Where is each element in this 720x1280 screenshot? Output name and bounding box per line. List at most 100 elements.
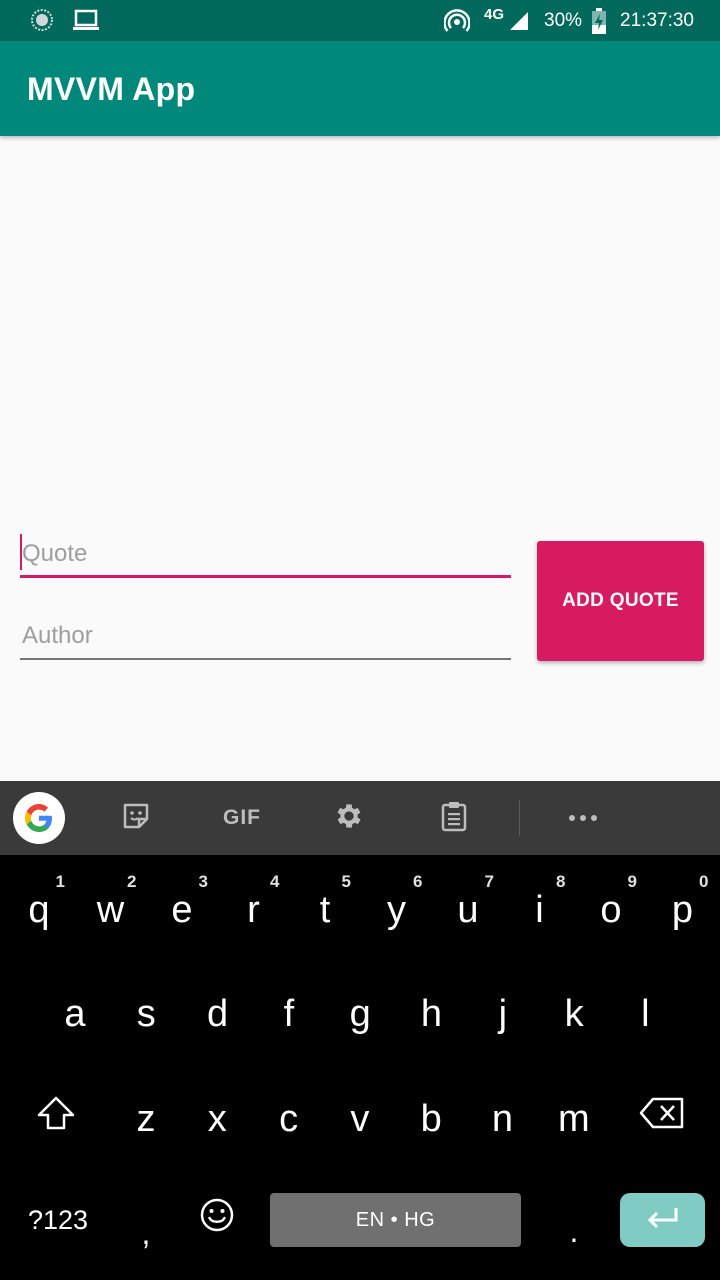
key-y[interactable]: 6y <box>361 858 433 958</box>
author-field[interactable] <box>20 614 511 660</box>
key-k[interactable]: k <box>538 962 610 1062</box>
google-search-button[interactable] <box>13 781 65 855</box>
key-hint: 0 <box>699 872 709 891</box>
key-label: z <box>136 1097 156 1140</box>
author-input[interactable] <box>20 614 511 658</box>
symbols-key[interactable]: ?123 <box>18 1193 98 1247</box>
network-type: 4G <box>483 6 504 23</box>
comma-label: , <box>141 1214 151 1251</box>
key-hint: 1 <box>55 872 65 891</box>
key-a[interactable]: a <box>39 962 111 1062</box>
quote-input[interactable] <box>20 532 511 576</box>
key-d[interactable]: d <box>182 962 254 1062</box>
key-label: j <box>498 992 508 1035</box>
key-hint: 3 <box>198 872 208 891</box>
google-icon <box>13 792 65 844</box>
key-hint: 7 <box>484 872 494 891</box>
emoji-icon <box>199 1197 235 1243</box>
key-h[interactable]: h <box>396 962 468 1062</box>
key-u[interactable]: 7u <box>432 858 504 958</box>
key-s[interactable]: s <box>110 962 182 1062</box>
key-label: g <box>349 992 371 1035</box>
app-notification-icon <box>30 8 54 32</box>
key-g[interactable]: g <box>324 962 396 1062</box>
status-bar: 4G 30% 21:37:30 <box>0 0 720 41</box>
gif-button[interactable]: GIF <box>214 781 270 855</box>
gif-label: GIF <box>223 806 261 829</box>
gear-icon <box>333 800 365 837</box>
key-m[interactable]: m <box>538 1067 610 1167</box>
app-bar: MVVM App <box>0 41 720 136</box>
key-hint: 8 <box>556 872 566 891</box>
key-t[interactable]: 5t <box>289 858 361 958</box>
period-key[interactable]: . <box>538 1173 610 1273</box>
app-title: MVVM App <box>27 71 196 107</box>
key-label: x <box>207 1097 227 1140</box>
battery-charging-icon <box>592 7 607 34</box>
clipboard-icon <box>440 800 468 837</box>
key-label: w <box>96 888 125 931</box>
more-button[interactable] <box>557 781 609 855</box>
backspace-icon <box>639 1096 685 1140</box>
key-n[interactable]: n <box>467 1067 539 1167</box>
quote-underline <box>20 575 511 578</box>
enter-key[interactable] <box>620 1193 705 1247</box>
enter-icon <box>645 1205 681 1236</box>
key-label: k <box>564 992 584 1035</box>
key-hint: 9 <box>627 872 637 891</box>
key-label: d <box>207 992 229 1035</box>
key-i[interactable]: 8i <box>504 858 576 958</box>
key-j[interactable]: j <box>467 962 539 1062</box>
key-q[interactable]: 1q <box>3 858 75 958</box>
key-p[interactable]: 0p <box>647 858 719 958</box>
clock: 21:37:30 <box>620 9 694 31</box>
key-hint: 6 <box>413 872 423 891</box>
sticker-button[interactable] <box>110 781 162 855</box>
space-key[interactable]: EN • HG <box>270 1193 521 1247</box>
add-quote-button[interactable]: ADD QUOTE <box>537 541 704 661</box>
key-label: n <box>491 1097 514 1140</box>
key-o[interactable]: 9o <box>575 858 647 958</box>
shift-icon <box>36 1095 76 1141</box>
key-w[interactable]: 2w <box>75 858 147 958</box>
text-cursor <box>20 534 22 570</box>
key-b[interactable]: b <box>395 1067 467 1167</box>
key-label: p <box>671 888 694 931</box>
key-label: b <box>420 1097 442 1140</box>
key-label: l <box>641 992 650 1035</box>
sticker-icon <box>121 801 151 836</box>
emoji-key[interactable] <box>181 1170 253 1270</box>
key-hint: 4 <box>270 872 280 891</box>
key-v[interactable]: v <box>324 1067 396 1167</box>
key-z[interactable]: z <box>110 1067 182 1167</box>
key-label: v <box>350 1097 370 1140</box>
clipboard-button[interactable] <box>428 781 480 855</box>
key-label: r <box>247 888 260 931</box>
key-e[interactable]: 3e <box>146 858 218 958</box>
key-label: i <box>535 888 544 931</box>
key-x[interactable]: x <box>181 1067 253 1167</box>
battery-percent: 30% <box>544 9 583 31</box>
period-label: . <box>569 1212 579 1249</box>
key-c[interactable]: c <box>253 1067 325 1167</box>
key-hint: 2 <box>127 872 137 891</box>
backspace-key[interactable] <box>626 1068 698 1168</box>
key-l[interactable]: l <box>609 962 681 1062</box>
keyboard: 1q2w3e4r5t6y7u8i9o0p asdfghjkl zxcvbnm ?… <box>0 855 720 1280</box>
laptop-icon <box>72 9 100 31</box>
comma-key[interactable]: , <box>110 1173 182 1273</box>
more-dots-icon <box>568 809 598 827</box>
key-label: u <box>457 888 479 931</box>
key-f[interactable]: f <box>253 962 325 1062</box>
quote-field[interactable] <box>20 532 511 578</box>
key-label: f <box>283 992 295 1035</box>
key-r[interactable]: 4r <box>218 858 290 958</box>
shift-key[interactable] <box>20 1068 92 1168</box>
key-label: y <box>387 888 406 931</box>
key-label: t <box>319 888 331 931</box>
settings-button[interactable] <box>323 781 375 855</box>
key-label: o <box>600 888 622 931</box>
key-label: c <box>279 1097 299 1140</box>
keyboard-toolbar: GIF <box>0 781 720 855</box>
toolbar-divider <box>519 800 520 836</box>
